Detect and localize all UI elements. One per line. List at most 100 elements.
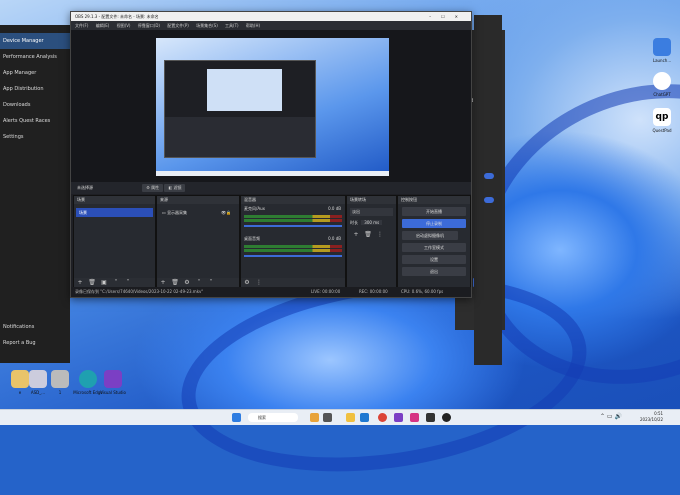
nav-item-app-manager[interactable]: App Manager (0, 65, 70, 81)
obs-statusbar: 录像已保存到 "C:/Users/74640/Videos/2023-10-22… (71, 287, 471, 297)
window-controls[interactable]: –☐✕ (429, 12, 468, 21)
transition-select[interactable]: 淡出 (350, 208, 393, 216)
desktop-icon[interactable]: qp QuestPad (642, 108, 680, 133)
filters-button[interactable]: ◧ 滤镜 (164, 184, 186, 192)
menu-icon[interactable]: ⋮ (376, 231, 384, 239)
nav-item-downloads[interactable]: Downloads (0, 97, 70, 113)
nav-item-performance[interactable]: Performance Analysis (0, 49, 70, 65)
button-label: 属性 (151, 185, 160, 190)
recording-saved-path: 录像已保存到 "C:/Users/74640/Videos/2023-10-22… (75, 289, 204, 294)
exit-button[interactable]: 退出 (402, 267, 466, 276)
source-toolbar: 未选择源 ⚙ 属性 ◧ 滤镜 (71, 182, 471, 194)
file-icon (51, 370, 69, 388)
obs-menubar: 文件(F) 编辑(E) 视图(V) 停靠窗口(D) 配置文件(P) 场景集合(S… (71, 21, 471, 30)
nav-label: Notifications (3, 324, 35, 330)
nav-label: Settings (3, 134, 24, 140)
dock-title: 混音器 (244, 197, 256, 202)
system-tray-icons[interactable]: ⌃ ▭ 🔊 (600, 413, 622, 420)
nav-item-notifications[interactable]: Notifications (0, 319, 70, 335)
desktop-icon[interactable]: Visual Studio (93, 370, 133, 395)
clock[interactable]: 0:51 2023/10/22 (640, 411, 663, 423)
app-icon[interactable] (410, 413, 419, 422)
explorer-icon[interactable] (346, 413, 355, 422)
menu-docks[interactable]: 停靠窗口(D) (138, 23, 160, 28)
nested-obs-window (164, 60, 316, 158)
start-streaming-button[interactable]: 开始直播 (402, 207, 466, 216)
down-icon[interactable]: ˅ (124, 279, 132, 287)
up-icon[interactable]: ˄ (195, 279, 203, 287)
audio-meter (244, 219, 342, 222)
trash-icon[interactable]: 🗑 (171, 279, 179, 287)
down-icon[interactable]: ˅ (207, 279, 215, 287)
add-icon[interactable]: + (76, 279, 84, 287)
menu-help[interactable]: 帮助(H) (246, 23, 260, 28)
nested-docks (165, 117, 315, 157)
menu-view[interactable]: 视图(V) (117, 23, 131, 28)
scenes-dock: 场景 场景 + 🗑 ▣ ˄ ˅ (73, 195, 156, 289)
preview-canvas[interactable] (156, 38, 389, 176)
desktop-icon[interactable]: Launch... (642, 38, 680, 63)
scene-label: 场景 (79, 210, 87, 215)
channel-name: 桌面音频 (244, 236, 260, 241)
nav-label: App Manager (3, 70, 37, 76)
dock-title: 控制按钮 (401, 197, 417, 202)
widgets-icon[interactable] (310, 413, 319, 422)
nav-item-report-bug[interactable]: Report a Bug (0, 335, 70, 351)
nav-label: Device Manager (3, 38, 44, 44)
chatgpt-icon (653, 72, 671, 90)
mixer-dock: 混音器 麦克风/Aux 0.0 dB 桌面音频 0.0 dB ⚙ ⋮ (240, 195, 346, 289)
nav-label: Performance Analysis (3, 54, 57, 60)
terminal-icon[interactable] (426, 413, 435, 422)
settings-button[interactable]: 设置 (402, 255, 466, 264)
start-icon[interactable] (232, 413, 241, 422)
menu-icon[interactable]: ⋮ (255, 279, 263, 287)
search-box[interactable]: 搜索 (248, 413, 298, 422)
menu-tools[interactable]: 工具(T) (225, 23, 239, 28)
filter-icon[interactable]: ▣ (100, 279, 108, 287)
obs-icon[interactable] (442, 413, 451, 422)
live-timer: LIVE: 00:00:00 (311, 289, 341, 294)
no-source-label: 未选择源 (77, 185, 93, 190)
desktop-icon[interactable]: ChatGPT (642, 72, 680, 97)
toggle-switch[interactable] (484, 173, 494, 179)
virtual-camera-button[interactable]: 启动虚拟摄像机 (402, 231, 458, 240)
nav-item-app-distribution[interactable]: App Distribution (0, 81, 70, 97)
advanced-audio-icon[interactable]: ⚙ (243, 279, 251, 287)
trash-icon[interactable]: 🗑 (364, 231, 372, 239)
questpad-icon: qp (653, 108, 671, 126)
dock-title: 场景转场 (350, 197, 366, 202)
task-view-icon[interactable] (323, 413, 332, 422)
menu-edit[interactable]: 编辑(E) (96, 23, 110, 28)
nav-label: App Distribution (3, 86, 44, 92)
nav-item-alerts[interactable]: Alerts Quest Races (0, 113, 70, 129)
add-icon[interactable]: + (159, 279, 167, 287)
menu-file[interactable]: 文件(F) (75, 23, 88, 28)
properties-button[interactable]: ⚙ 属性 (142, 184, 164, 192)
duration-input[interactable]: 300 ms (361, 220, 383, 225)
nav-label: Downloads (3, 102, 31, 108)
visual-studio-icon[interactable] (394, 413, 403, 422)
chrome-icon[interactable] (378, 413, 387, 422)
source-item[interactable]: ▭ 显示器采集 👁🔒 (159, 208, 237, 217)
visual-studio-icon (104, 370, 122, 388)
stop-recording-button[interactable]: 停止录制 (402, 219, 466, 228)
nav-item-settings[interactable]: Settings (0, 129, 70, 145)
menu-scene-collection[interactable]: 场景集合(S) (196, 23, 218, 28)
volume-slider[interactable] (244, 255, 342, 257)
toggle-switch[interactable] (484, 197, 494, 203)
volume-slider[interactable] (244, 225, 342, 227)
mixer-channel: 麦克风/Aux 0.0 dB (241, 204, 345, 214)
gear-icon[interactable]: ⚙ (183, 279, 191, 287)
add-icon[interactable]: + (352, 231, 360, 239)
menu-profile[interactable]: 配置文件(P) (167, 23, 189, 28)
dock-header: 场景 (74, 196, 155, 204)
nav-label: Alerts Quest Races (3, 118, 51, 124)
visibility-eye-icon[interactable]: 👁🔒 (221, 208, 231, 217)
dock-title: 来源 (160, 197, 168, 202)
up-icon[interactable]: ˄ (112, 279, 120, 287)
studio-mode-button[interactable]: 工作室模式 (402, 243, 466, 252)
scene-item[interactable]: 场景 (76, 208, 153, 217)
nav-item-device-manager[interactable]: Device Manager (0, 33, 70, 49)
trash-icon[interactable]: 🗑 (88, 279, 96, 287)
edge-icon[interactable] (360, 413, 369, 422)
